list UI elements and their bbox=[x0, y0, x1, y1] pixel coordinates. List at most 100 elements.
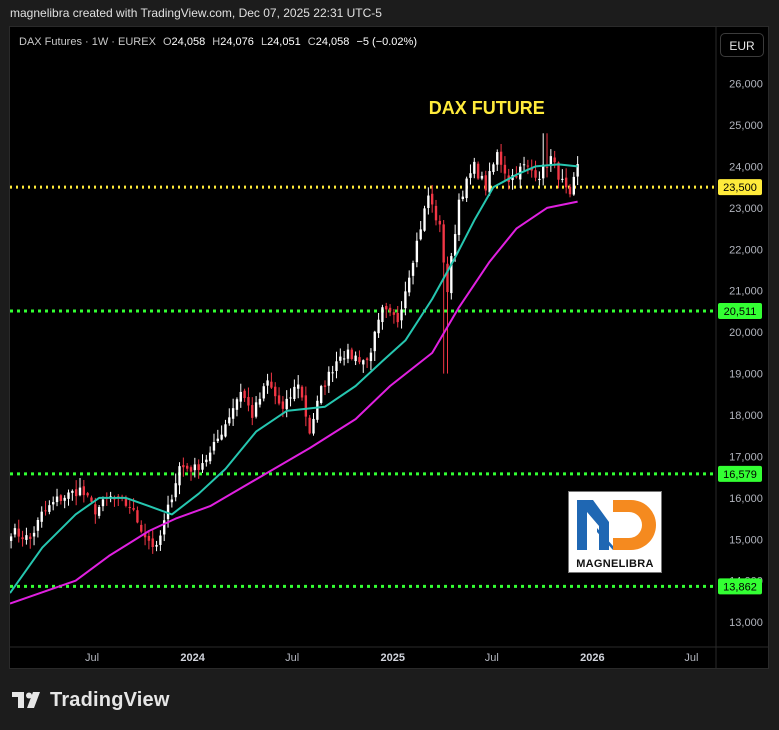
candle-body bbox=[346, 349, 350, 359]
candle-body bbox=[101, 499, 105, 507]
x-tick-label: Jul bbox=[684, 652, 698, 664]
candle-body bbox=[182, 465, 185, 468]
candle-body bbox=[216, 438, 219, 442]
candle-body bbox=[254, 402, 258, 417]
candle-body bbox=[526, 165, 530, 167]
candle-body bbox=[170, 499, 174, 503]
candle-body bbox=[55, 496, 59, 503]
candle-body bbox=[488, 171, 491, 193]
candle-body bbox=[94, 504, 97, 515]
tradingview-logo-icon bbox=[12, 692, 40, 708]
candle-body bbox=[82, 486, 86, 496]
candle-body bbox=[572, 176, 576, 195]
candle-body bbox=[534, 170, 537, 178]
symbol-info: DAX Futures · 1W · EUREX O24,058 H24,076… bbox=[19, 36, 417, 48]
candle-body bbox=[266, 380, 269, 386]
candle-body bbox=[319, 386, 323, 403]
level-label: 23,500 bbox=[723, 182, 757, 194]
candle-body bbox=[32, 532, 36, 537]
candle-body bbox=[297, 384, 300, 389]
y-tick-label: 20,000 bbox=[729, 327, 763, 339]
y-tick-label: 19,000 bbox=[729, 369, 763, 381]
ohlc-open-label: O bbox=[162, 36, 172, 48]
candle-body bbox=[90, 497, 93, 502]
candle-body bbox=[438, 220, 442, 225]
y-tick-label: 24,000 bbox=[729, 161, 763, 173]
candle-body bbox=[564, 177, 568, 188]
level-label: 20,511 bbox=[724, 306, 757, 318]
candle-body bbox=[465, 178, 468, 199]
level-label: 13,862 bbox=[723, 581, 757, 593]
candle-body bbox=[151, 538, 154, 548]
attribution-header: magnelibra created with TradingView.com,… bbox=[10, 6, 382, 20]
ohlc-change: −5 (−0.02%) bbox=[356, 36, 417, 48]
candle-body bbox=[411, 262, 415, 276]
candle-body bbox=[147, 536, 151, 541]
candle-body bbox=[228, 417, 231, 424]
candle-body bbox=[48, 505, 51, 512]
logo-mark-icon bbox=[577, 500, 656, 550]
y-tick-label: 18,000 bbox=[729, 410, 763, 422]
currency-button[interactable]: EUR bbox=[720, 33, 764, 57]
chart-title: DAX FUTURE bbox=[429, 98, 545, 118]
candle-body bbox=[396, 312, 399, 323]
candle-body bbox=[231, 408, 235, 419]
candle-body bbox=[484, 175, 487, 191]
x-tick-label: 2026 bbox=[580, 652, 604, 664]
tradingview-label: TradingView bbox=[50, 688, 170, 711]
candle-body bbox=[220, 434, 223, 440]
y-tick-label: 15,000 bbox=[729, 534, 763, 546]
candle-body bbox=[52, 502, 55, 505]
candle-body bbox=[277, 395, 281, 404]
candle-body bbox=[270, 381, 273, 388]
candle-body bbox=[155, 544, 158, 547]
candle-body bbox=[163, 520, 166, 535]
candle-body bbox=[400, 309, 403, 321]
candle-body bbox=[274, 386, 277, 397]
candle-body bbox=[193, 464, 197, 471]
logo-text: MAGNELIBRA bbox=[576, 558, 654, 570]
x-tick-label: Jul bbox=[485, 652, 499, 664]
y-tick-label: 17,000 bbox=[729, 451, 763, 463]
candle-body bbox=[178, 466, 181, 486]
ohlc-close-label: C bbox=[307, 36, 316, 48]
candle-body bbox=[545, 166, 549, 168]
candle-body bbox=[293, 386, 296, 400]
y-tick-label: 21,000 bbox=[729, 286, 763, 298]
candle-body bbox=[136, 510, 139, 523]
tradingview-footer[interactable]: TradingView bbox=[12, 688, 170, 712]
x-tick-label: Jul bbox=[285, 652, 299, 664]
candle-body bbox=[423, 208, 426, 231]
ohlc-high-value: 24,076 bbox=[220, 36, 254, 48]
candle-body bbox=[362, 360, 365, 365]
candle-body bbox=[86, 493, 89, 496]
candle-body bbox=[419, 229, 422, 240]
candle-body bbox=[457, 199, 461, 235]
candle-body bbox=[212, 442, 216, 451]
y-tick-label: 22,000 bbox=[729, 244, 763, 256]
candle-body bbox=[442, 224, 445, 263]
candle-body bbox=[331, 372, 334, 374]
candle-body bbox=[128, 506, 131, 508]
magnelibra-logo: MAGNELIBRA bbox=[568, 491, 662, 573]
candle-body bbox=[63, 497, 66, 501]
candle-body bbox=[408, 277, 411, 293]
candle-body bbox=[327, 371, 331, 386]
candle-body bbox=[538, 178, 541, 181]
candle-body bbox=[59, 495, 63, 501]
candle-body bbox=[339, 356, 342, 361]
candle-body bbox=[385, 305, 388, 310]
candle-body bbox=[496, 152, 499, 165]
candle-body bbox=[312, 418, 315, 434]
candle-body bbox=[205, 459, 208, 463]
candle-body bbox=[132, 508, 135, 510]
candle-body bbox=[381, 307, 384, 323]
candle-body bbox=[369, 352, 373, 362]
chart-panel[interactable]: 26,000 25,000 24,000 23,000 22,000 21,000 20,0… bbox=[9, 26, 769, 669]
candle-body bbox=[262, 386, 265, 399]
candle-body bbox=[40, 511, 43, 522]
candle-body bbox=[480, 175, 484, 179]
candle-body bbox=[251, 405, 254, 418]
candle-body bbox=[67, 492, 70, 499]
x-tick-label: Jul bbox=[85, 652, 99, 664]
